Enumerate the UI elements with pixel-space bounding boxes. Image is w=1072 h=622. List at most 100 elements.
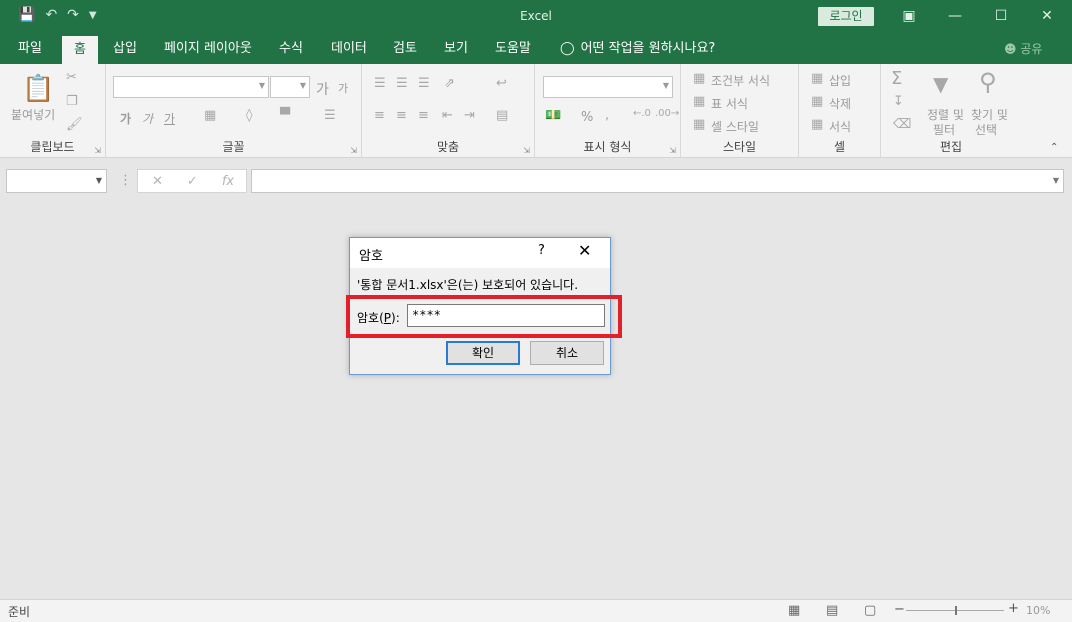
sort-filter-icon[interactable]: ▼ (933, 72, 948, 96)
wrap-text-icon[interactable]: ↩ (496, 76, 507, 91)
cut-icon[interactable]: ✂ (66, 70, 77, 85)
zoom-in-button[interactable]: + (1008, 601, 1019, 616)
tab-insert[interactable]: 삽입 (113, 34, 137, 64)
minimize-button[interactable]: — (942, 5, 968, 27)
number-format-box[interactable]: ▼ (543, 76, 673, 98)
align-right-icon[interactable]: ≡ (418, 108, 429, 123)
paste-label[interactable]: 붙여넣기 (11, 106, 55, 123)
zoom-level[interactable]: 10% (1026, 604, 1050, 617)
delete-cells-label[interactable]: 삭제 (829, 95, 851, 112)
cell-styles-label[interactable]: 셀 스타일 (711, 118, 759, 135)
increase-decimal-icon[interactable]: ←.0 (633, 108, 651, 119)
number-launcher-icon[interactable]: ⇲ (669, 146, 676, 155)
ribbon-display-options-icon[interactable]: ▣ (896, 5, 922, 27)
format-cells-label[interactable]: 서식 (829, 118, 851, 135)
decrease-decimal-icon[interactable]: .00→ (655, 108, 679, 119)
formula-input[interactable]: ▼ (251, 169, 1064, 193)
underline-button[interactable]: 가 (164, 110, 175, 127)
redo-icon[interactable]: ↷ (67, 7, 79, 23)
alignment-launcher-icon[interactable]: ⇲ (523, 146, 530, 155)
orientation-icon[interactable]: ⇗ (444, 76, 455, 91)
insert-cells-label[interactable]: 삽입 (829, 72, 851, 89)
bold-button[interactable]: 가 (120, 110, 131, 127)
format-painter-icon[interactable]: 🖌 (66, 117, 83, 132)
zoom-out-button[interactable]: − (894, 602, 905, 617)
page-break-view-icon[interactable]: ▢ (864, 603, 876, 618)
tab-help[interactable]: 도움말 (495, 34, 531, 64)
filter-label[interactable]: 필터 (933, 121, 955, 138)
status-bar: 준비 ▦ ▤ ▢ − + 10% (0, 599, 1072, 622)
conditional-formatting-label[interactable]: 조건부 서식 (711, 72, 770, 89)
tab-page-layout[interactable]: 페이지 레이아웃 (164, 34, 252, 64)
maximize-button[interactable]: ☐ (988, 5, 1014, 27)
font-size-box[interactable]: ▼ (270, 76, 310, 98)
password-input[interactable]: **** (407, 304, 605, 327)
close-window-button[interactable]: ✕ (1034, 5, 1060, 27)
conditional-formatting-icon[interactable]: ▦ (693, 71, 705, 86)
select-label[interactable]: 선택 (975, 121, 997, 138)
currency-icon[interactable]: 💵 (545, 108, 561, 123)
delete-cells-icon[interactable]: ▦ (811, 94, 823, 109)
tab-file[interactable]: 파일 (18, 34, 42, 64)
comma-style-icon[interactable]: , (605, 108, 609, 123)
clear-icon[interactable]: ⌫ (893, 117, 911, 132)
clipboard-launcher-icon[interactable]: ⇲ (94, 146, 101, 155)
italic-button[interactable]: 가 (142, 110, 153, 127)
dialog-titlebar[interactable]: 암호 ? ✕ (350, 238, 610, 268)
align-center-icon[interactable]: ≡ (396, 108, 407, 123)
confirm-entry-icon[interactable]: ✓ (187, 174, 198, 189)
undo-icon[interactable]: ↶ (45, 7, 57, 23)
ok-button[interactable]: 확인 (446, 341, 520, 365)
format-as-table-icon[interactable]: ▦ (693, 94, 705, 109)
tab-home[interactable]: 홈 (62, 36, 98, 64)
cancel-entry-icon[interactable]: ✕ (152, 174, 163, 189)
editing-group-label: 편집 (939, 140, 963, 154)
tab-formulas[interactable]: 수식 (279, 34, 303, 64)
styles-group-label: 스타일 (722, 140, 757, 154)
grow-font-button[interactable]: 가 (316, 79, 329, 99)
merge-center-icon[interactable]: ▤ (496, 108, 508, 123)
percent-button[interactable]: % (581, 110, 593, 125)
tab-review[interactable]: 검토 (393, 34, 417, 64)
protected-message: '통합 문서1.xlsx'은(는) 보호되어 있습니다. (357, 278, 579, 292)
borders-icon[interactable]: ▦ (204, 108, 216, 123)
page-layout-view-icon[interactable]: ▤ (826, 603, 838, 618)
font-color-icon[interactable]: ▀ (280, 108, 290, 123)
cell-styles-icon[interactable]: ▦ (693, 117, 705, 132)
share-button[interactable]: ☻ 공유 (1004, 34, 1042, 64)
paste-icon[interactable]: 📋 (22, 74, 54, 104)
tab-view[interactable]: 보기 (444, 34, 468, 64)
insert-function-icon[interactable]: fx (222, 174, 234, 189)
help-button[interactable]: ? (538, 243, 545, 258)
find-select-icon[interactable]: ⚲ (979, 68, 997, 96)
insert-cells-icon[interactable]: ▦ (811, 71, 823, 86)
format-as-table-label[interactable]: 표 서식 (711, 95, 748, 112)
zoom-slider-thumb[interactable] (955, 606, 957, 615)
shrink-font-button[interactable]: 가 (338, 80, 348, 96)
customize-qat-icon[interactable]: ▼ (89, 10, 97, 21)
fill-icon[interactable]: ↧ (893, 94, 904, 109)
cancel-button[interactable]: 취소 (530, 341, 604, 365)
align-left-icon[interactable]: ≡ (374, 108, 385, 123)
format-cells-icon[interactable]: ▦ (811, 117, 823, 132)
fill-color-icon[interactable]: ◊ (246, 108, 252, 123)
decrease-indent-icon[interactable]: ⇤ (442, 108, 453, 123)
save-icon[interactable]: 💾 (18, 7, 35, 23)
font-name-box[interactable]: ▼ (113, 76, 269, 98)
increase-indent-icon[interactable]: ⇥ (464, 108, 475, 123)
tab-data[interactable]: 데이터 (331, 34, 367, 64)
collapse-ribbon-icon[interactable]: ⌃ (1050, 142, 1058, 153)
copy-icon[interactable]: ❐ (66, 94, 78, 109)
autosum-icon[interactable]: Σ (891, 68, 902, 89)
ribbon-tabs: 파일 홈 삽입 페이지 레이아웃 수식 데이터 검토 보기 도움말 ◯ 어떤 작… (0, 34, 1072, 64)
bottom-align-icon[interactable]: ☰ (418, 76, 430, 91)
normal-view-icon[interactable]: ▦ (788, 603, 800, 618)
middle-align-icon[interactable]: ☰ (396, 76, 408, 91)
phonetic-guide-icon[interactable]: ☰ (324, 108, 336, 123)
tell-me-search[interactable]: ◯ 어떤 작업을 원하시나요? (560, 34, 715, 64)
login-button[interactable]: 로그인 (818, 7, 874, 26)
name-box[interactable]: ▼ (6, 169, 107, 193)
font-launcher-icon[interactable]: ⇲ (350, 146, 357, 155)
close-dialog-button[interactable]: ✕ (578, 241, 591, 260)
top-align-icon[interactable]: ☰ (374, 76, 386, 91)
